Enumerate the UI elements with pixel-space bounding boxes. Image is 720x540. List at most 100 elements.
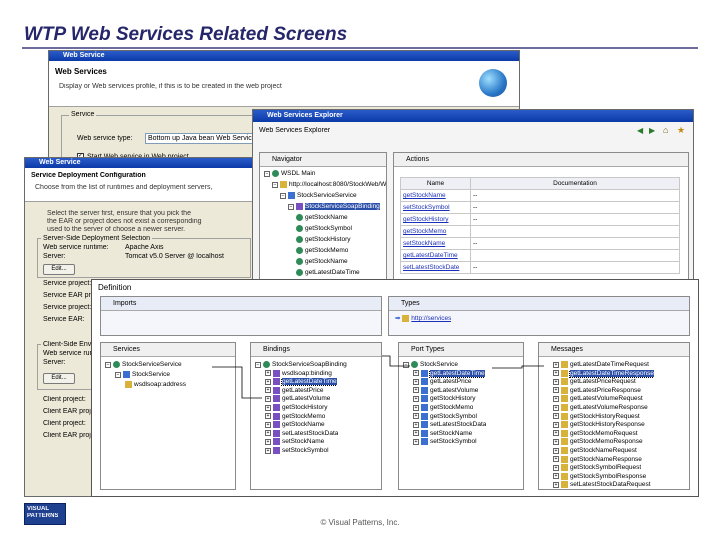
expand-icon[interactable]: − [264, 170, 270, 177]
navigator-tree-item[interactable]: − StockServiceSoapBinding [288, 203, 380, 211]
expand-icon[interactable]: − [272, 181, 278, 188]
navigator-pane: Navigator − WSDL Main − http://localhost:80… [259, 152, 387, 293]
operation-link[interactable]: setStockSymbol [403, 204, 450, 211]
banner-title: Web Services [55, 68, 107, 76]
slide-title: WTP Web Services Related Screens [24, 24, 348, 45]
operation-icon [296, 258, 303, 265]
navigator-tree-item[interactable]: getStockSymbol [296, 225, 352, 233]
back-icon[interactable]: ◀ [637, 126, 643, 135]
operation-doc-cell: -- [470, 189, 680, 202]
operation-link[interactable]: getStockName [403, 192, 446, 199]
operations-table: Name Documentation getStockName -- setStoc… [400, 177, 680, 274]
wsdl-editor: Definition Imports Types ➡ http://servic… [91, 279, 699, 497]
deployment-note-3: used to the server of choose a newer ser… [47, 226, 186, 233]
explorer-title-bar: Web Services Explorer [253, 110, 693, 122]
favorites-icon[interactable]: ★ [677, 125, 685, 136]
operation-doc-cell: -- [470, 261, 680, 274]
table-row: setLatestStockDate -- [400, 261, 680, 274]
service-ear-label-2: Service EAR: [43, 316, 85, 323]
navigator-tree-item[interactable]: getStockMemo [296, 247, 348, 255]
column-name: Name [400, 177, 471, 190]
operation-link[interactable]: getStockHistory [403, 216, 449, 223]
column-documentation: Documentation [470, 177, 680, 190]
logo-line-1: VISUAL [27, 506, 50, 512]
navigator-item-label: getStockSymbol [305, 225, 352, 233]
navigator-item-label: http://localhost:8080/StockWeb/W [289, 181, 387, 189]
navigator-item-label: StockServiceService [297, 192, 357, 200]
table-row: setStockSymbol -- [400, 201, 680, 214]
operation-doc-cell [470, 225, 680, 238]
navigator-item-label: getStockName [305, 258, 348, 266]
operation-name-cell[interactable]: setStockName [400, 237, 471, 250]
deployment-title-bar: Web Service [25, 158, 255, 168]
copyright-footer: © Visual Patterns, Inc. [320, 518, 400, 527]
server-value: Tomcat v5.0 Server @ localhost [125, 253, 224, 260]
service-type-label: Web service type: [77, 135, 133, 142]
web-services-explorer: Web Services Explorer Web Services Explo… [252, 109, 694, 294]
operation-icon [296, 247, 303, 254]
operation-icon [296, 214, 303, 221]
navigator-tree-item[interactable]: getStockHistory [296, 236, 351, 244]
operation-message-connector [492, 365, 544, 369]
binding-porttype-connector [382, 355, 410, 367]
deployment-banner: Service Deployment Configuration Choose … [25, 168, 255, 202]
navigator-tree-item[interactable]: − http://localhost:8080/StockWeb/W [272, 181, 386, 189]
explorer-toolbar-label: Web Services Explorer [259, 127, 331, 134]
operation-doc-cell: -- [470, 213, 680, 226]
navigator-header: Navigator [260, 153, 386, 167]
expand-icon[interactable]: − [280, 192, 286, 199]
operation-icon [296, 236, 303, 243]
navigator-item-label: StockServiceSoapBinding [305, 203, 380, 211]
expand-icon[interactable]: − [288, 203, 294, 210]
runtime-value: Apache Axis [125, 244, 164, 251]
table-row: getStockMemo [400, 225, 680, 238]
deployment-description: Choose from the list of runtimes and dep… [35, 184, 213, 191]
operations-body: getStockName -- setStockSymbol -- getStockHi… [400, 189, 680, 274]
server-label: Server: [43, 253, 66, 260]
table-row: getStockHistory -- [400, 213, 680, 226]
service-project-label: Service project: [43, 280, 92, 287]
wizard-title-bar: Web Service [49, 51, 519, 61]
node-icon [280, 181, 287, 188]
navigator-title: Navigator [272, 156, 302, 163]
navigator-tree-item[interactable]: getStockName [296, 214, 348, 222]
navigator-tree-item[interactable]: − StockServiceService [280, 192, 357, 200]
navigator-tree-item[interactable]: getStockName [296, 258, 348, 266]
operation-name-cell[interactable]: setLatestStockDate [400, 261, 471, 274]
client-edit-button[interactable]: Edit... [43, 373, 75, 384]
operation-name-cell[interactable]: setStockSymbol [400, 201, 471, 214]
node-icon [288, 192, 295, 199]
service-binding-connector [212, 366, 262, 399]
navigator-item-label: getLatestDateTime [305, 269, 360, 277]
globe-icon [479, 69, 507, 97]
operation-doc-cell: -- [470, 237, 680, 250]
navigator-item-label: getStockHistory [305, 236, 351, 244]
runtime-label: Web service runtime: [43, 244, 109, 251]
actions-header: Actions [394, 153, 688, 167]
connector-lines [212, 355, 544, 399]
navigator-item-label: getStockName [305, 214, 348, 222]
operation-icon [296, 225, 303, 232]
deployment-note-2: the EAR or project does not exist a corr… [47, 218, 202, 225]
home-icon[interactable]: ⌂ [663, 125, 668, 135]
operation-name-cell[interactable]: getStockHistory [400, 213, 471, 226]
service-project-label-2: Service project: [43, 304, 92, 311]
navigator-item-label: WSDL Main [281, 170, 316, 178]
table-row: getStockName -- [400, 189, 680, 202]
edit-button[interactable]: Edit... [43, 264, 75, 275]
operation-link[interactable]: setStockName [403, 240, 445, 247]
operation-link[interactable]: setLatestStockDate [403, 264, 459, 271]
service-group-label: Service [69, 111, 97, 119]
operation-link[interactable]: getLatestDateTime [403, 252, 458, 259]
client-project-label-2: Client project: [43, 420, 86, 427]
operation-name-cell[interactable]: getStockName [400, 189, 471, 202]
server-deployment-group-label: Server-Side Deployment Selection [41, 235, 152, 243]
navigator-tree-item[interactable]: − WSDL Main [264, 170, 315, 178]
navigator-tree-item[interactable]: getLatestDateTime [296, 269, 360, 277]
operation-doc-cell: -- [470, 201, 680, 214]
deployment-note-1: Select the server first, ensure that you… [47, 210, 191, 217]
operation-name-cell[interactable]: getStockMemo [400, 225, 471, 238]
operation-link[interactable]: getStockMemo [403, 228, 446, 235]
operation-name-cell[interactable]: getLatestDateTime [400, 249, 471, 262]
forward-icon[interactable]: ▶ [649, 126, 655, 135]
